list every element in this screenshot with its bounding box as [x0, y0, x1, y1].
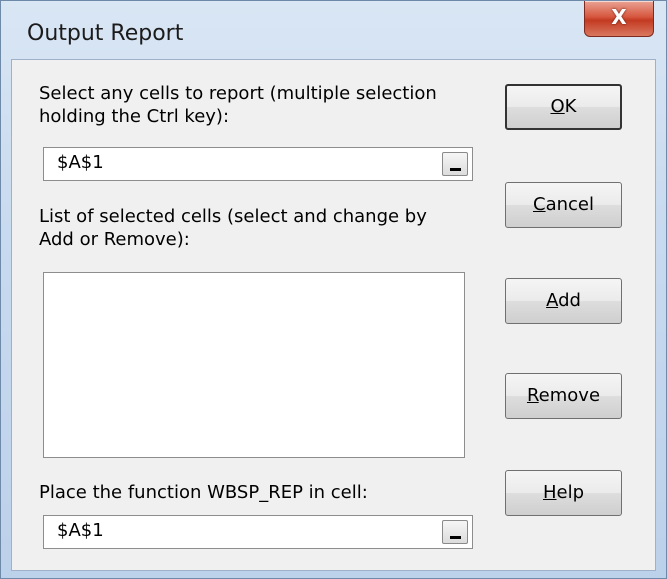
function-cell-range-picker-button[interactable]	[442, 520, 468, 544]
function-cell-value: $A$1	[57, 520, 104, 541]
output-report-dialog: Output Report X Select any cells to repo…	[0, 0, 667, 579]
report-cells-value: $A$1	[57, 152, 104, 173]
title-bar[interactable]: Output Report X	[1, 1, 666, 59]
cancel-button[interactable]: Cancel	[505, 182, 622, 228]
remove-button[interactable]: Remove	[505, 373, 622, 419]
function-cell-input[interactable]: $A$1	[43, 515, 473, 549]
selected-cells-listbox[interactable]	[43, 272, 465, 458]
close-button[interactable]: X	[584, 1, 654, 37]
add-button[interactable]: Add	[505, 278, 622, 324]
collapse-dialog-icon	[450, 536, 461, 539]
dialog-body: Select any cells to report (multiple sel…	[11, 59, 656, 571]
place-function-label: Place the function WBSP_REP in cell:	[39, 482, 368, 503]
ok-button[interactable]: OK	[505, 84, 622, 130]
select-cells-label-line1: Select any cells to report (multiple sel…	[39, 83, 437, 104]
help-button[interactable]: Help	[505, 470, 622, 516]
report-cells-range-picker-button[interactable]	[442, 152, 468, 176]
selected-cells-label-line2: Add or Remove):	[39, 229, 190, 250]
report-cells-input[interactable]: $A$1	[43, 147, 473, 181]
selected-cells-label-line1: List of selected cells (select and chang…	[39, 206, 427, 227]
collapse-dialog-icon	[450, 168, 461, 171]
window-title: Output Report	[27, 21, 184, 46]
select-cells-label-line2: holding the Ctrl key):	[39, 106, 230, 127]
close-icon: X	[611, 5, 627, 29]
